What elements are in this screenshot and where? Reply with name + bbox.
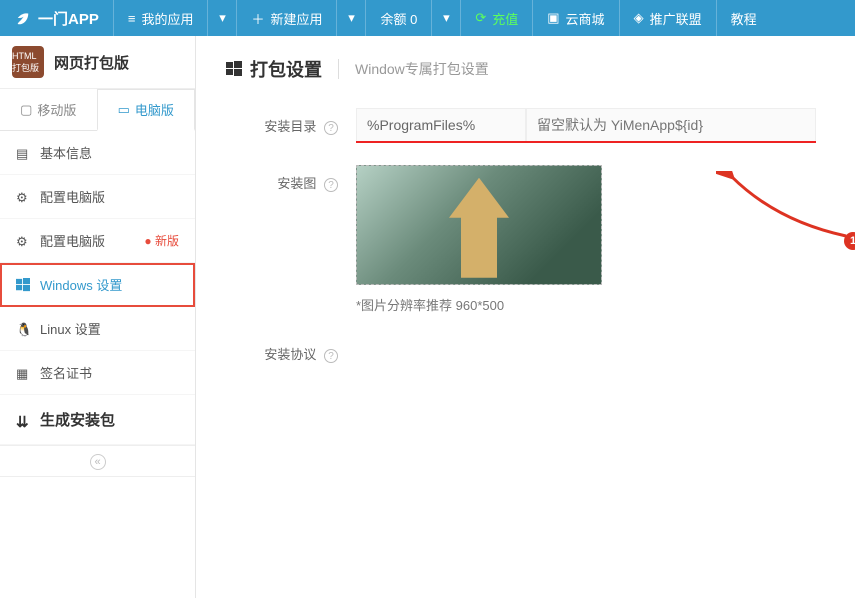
menu-icon: ≡ — [128, 11, 136, 26]
menu-basic-info[interactable]: ▤ 基本信息 — [0, 131, 195, 175]
menu-linux-settings[interactable]: 🐧 Linux 设置 — [0, 307, 195, 351]
install-dir-inputs — [356, 108, 816, 143]
platform-tabs: ▢ 移动版 ▭ 电脑版 — [0, 89, 195, 131]
linux-icon: 🐧 — [16, 322, 30, 336]
app-icon: HTML打包版 — [12, 46, 44, 78]
nav-my-apps-caret[interactable]: ▾ — [207, 0, 236, 36]
mobile-icon: ▢ — [20, 102, 32, 118]
annotation-badge: 1 — [844, 232, 855, 250]
nav-my-apps[interactable]: ≡ 我的应用 — [113, 0, 208, 36]
page-header: 打包设置 Window专属打包设置 — [226, 56, 825, 82]
row-install-image: 安装图 ? *图片分辨率推荐 960*500 — [226, 165, 825, 314]
top-navbar: 一门APP ≡ 我的应用 ▾ ＋ 新建应用 ▾ 余额 0 ▾ ⟳ 充值 ▣ 云商… — [0, 0, 855, 36]
help-icon[interactable]: ? — [324, 178, 338, 192]
new-badge: ● 新版 — [144, 232, 179, 249]
row-install-dir: 安装目录 ? — [226, 108, 825, 143]
tower-graphic — [449, 178, 509, 278]
plus-icon: ＋ — [251, 9, 264, 28]
sidebar-menu: ▤ 基本信息 ⚙ 配置电脑版 ⚙ 配置电脑版 ● 新版 Windows 设置 🐧… — [0, 131, 195, 445]
install-image-preview[interactable] — [356, 165, 602, 285]
caret-down-icon: ▾ — [219, 10, 226, 26]
menu-certificate[interactable]: ▦ 签名证书 — [0, 351, 195, 395]
cert-icon: ▦ — [16, 366, 30, 380]
sliders-icon: ⚙ — [16, 234, 30, 248]
label-install-image: 安装图 ? — [226, 165, 356, 314]
sidebar-collapse-button[interactable]: « — [0, 445, 195, 477]
sliders-icon: ⚙ — [16, 190, 30, 204]
nav-promote[interactable]: ◈ 推广联盟 — [619, 0, 716, 36]
caret-down-icon: ▾ — [443, 10, 450, 26]
install-dir-folder-input[interactable] — [526, 108, 816, 141]
windows-icon — [226, 61, 242, 77]
windows-icon — [16, 278, 30, 292]
nav-new-app-caret[interactable]: ▾ — [336, 0, 365, 36]
chevron-left-icon: « — [90, 454, 106, 470]
desktop-icon: ▭ — [118, 102, 130, 118]
page-subtitle: Window专属打包设置 — [338, 59, 489, 79]
install-dir-base-input[interactable] — [356, 108, 526, 141]
brand-text: 一门APP — [38, 8, 99, 29]
nav-cloud-store[interactable]: ▣ 云商城 — [532, 0, 618, 36]
nav-recharge[interactable]: ⟳ 充值 — [460, 0, 532, 36]
help-icon[interactable]: ? — [324, 121, 338, 135]
nav-new-app[interactable]: ＋ 新建应用 — [236, 0, 336, 36]
nav-tutorial[interactable]: 教程 — [716, 0, 771, 36]
sidebar: HTML打包版 网页打包版 ▢ 移动版 ▭ 电脑版 ▤ 基本信息 ⚙ 配置电脑版 — [0, 36, 196, 598]
leaf-icon — [14, 9, 32, 27]
caret-down-icon: ▾ — [348, 10, 355, 26]
menu-generate-installer[interactable]: ⇊ 生成安装包 — [0, 395, 195, 445]
store-icon: ▣ — [547, 10, 559, 26]
brand[interactable]: 一门APP — [0, 0, 113, 36]
help-icon[interactable]: ? — [324, 349, 338, 363]
menu-config-desktop[interactable]: ⚙ 配置电脑版 — [0, 175, 195, 219]
diamond-icon: ◈ — [634, 10, 644, 26]
row-install-agreement: 安装协议 ? — [226, 336, 825, 363]
app-title: 网页打包版 — [54, 52, 129, 73]
install-image-hint: *图片分辨率推荐 960*500 — [356, 295, 825, 314]
menu-config-desktop-new[interactable]: ⚙ 配置电脑版 ● 新版 — [0, 219, 195, 263]
tab-mobile[interactable]: ▢ 移动版 — [0, 89, 97, 130]
label-install-agreement: 安装协议 ? — [226, 336, 356, 363]
nav-balance[interactable]: 余额 0 — [365, 0, 431, 36]
download-icon: ⇊ — [16, 413, 30, 427]
tab-desktop[interactable]: ▭ 电脑版 — [97, 89, 196, 131]
menu-windows-settings[interactable]: Windows 设置 — [0, 263, 195, 307]
label-install-dir: 安装目录 ? — [226, 108, 356, 143]
content-area: 打包设置 Window专属打包设置 安装目录 ? 安装图 ? — [196, 36, 855, 598]
nav-balance-caret[interactable]: ▾ — [431, 0, 460, 36]
app-header[interactable]: HTML打包版 网页打包版 — [0, 36, 195, 89]
doc-icon: ▤ — [16, 146, 30, 160]
page-title: 打包设置 — [226, 56, 322, 82]
refresh-icon: ⟳ — [475, 10, 486, 26]
